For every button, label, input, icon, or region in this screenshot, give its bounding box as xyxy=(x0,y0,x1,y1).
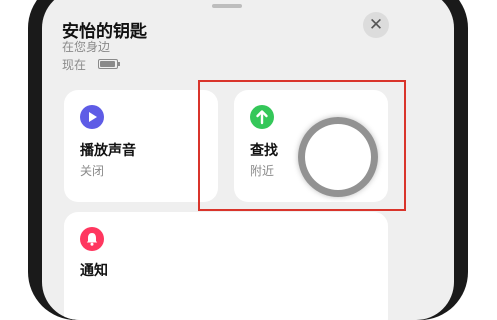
sheet-grabber[interactable] xyxy=(212,4,242,8)
location-text: 在您身边 xyxy=(62,40,111,54)
play-icon xyxy=(80,105,104,129)
play-sound-status: 关闭 xyxy=(80,164,105,178)
play-sound-card[interactable]: 播放声音 关闭 xyxy=(64,90,218,202)
notifications-card[interactable]: 通知 xyxy=(64,212,388,320)
time-text: 现在 xyxy=(62,58,87,72)
screenshot-frame: 安怡的钥匙 在您身边 现在 ✕ 播放声音 关闭 查找 附近 通知 xyxy=(0,0,497,320)
bell-icon xyxy=(80,227,104,251)
tap-indicator xyxy=(298,117,378,197)
notifications-label: 通知 xyxy=(80,263,108,279)
close-button[interactable]: ✕ xyxy=(363,12,389,38)
play-sound-label: 播放声音 xyxy=(80,143,136,159)
battery-icon xyxy=(98,59,120,69)
